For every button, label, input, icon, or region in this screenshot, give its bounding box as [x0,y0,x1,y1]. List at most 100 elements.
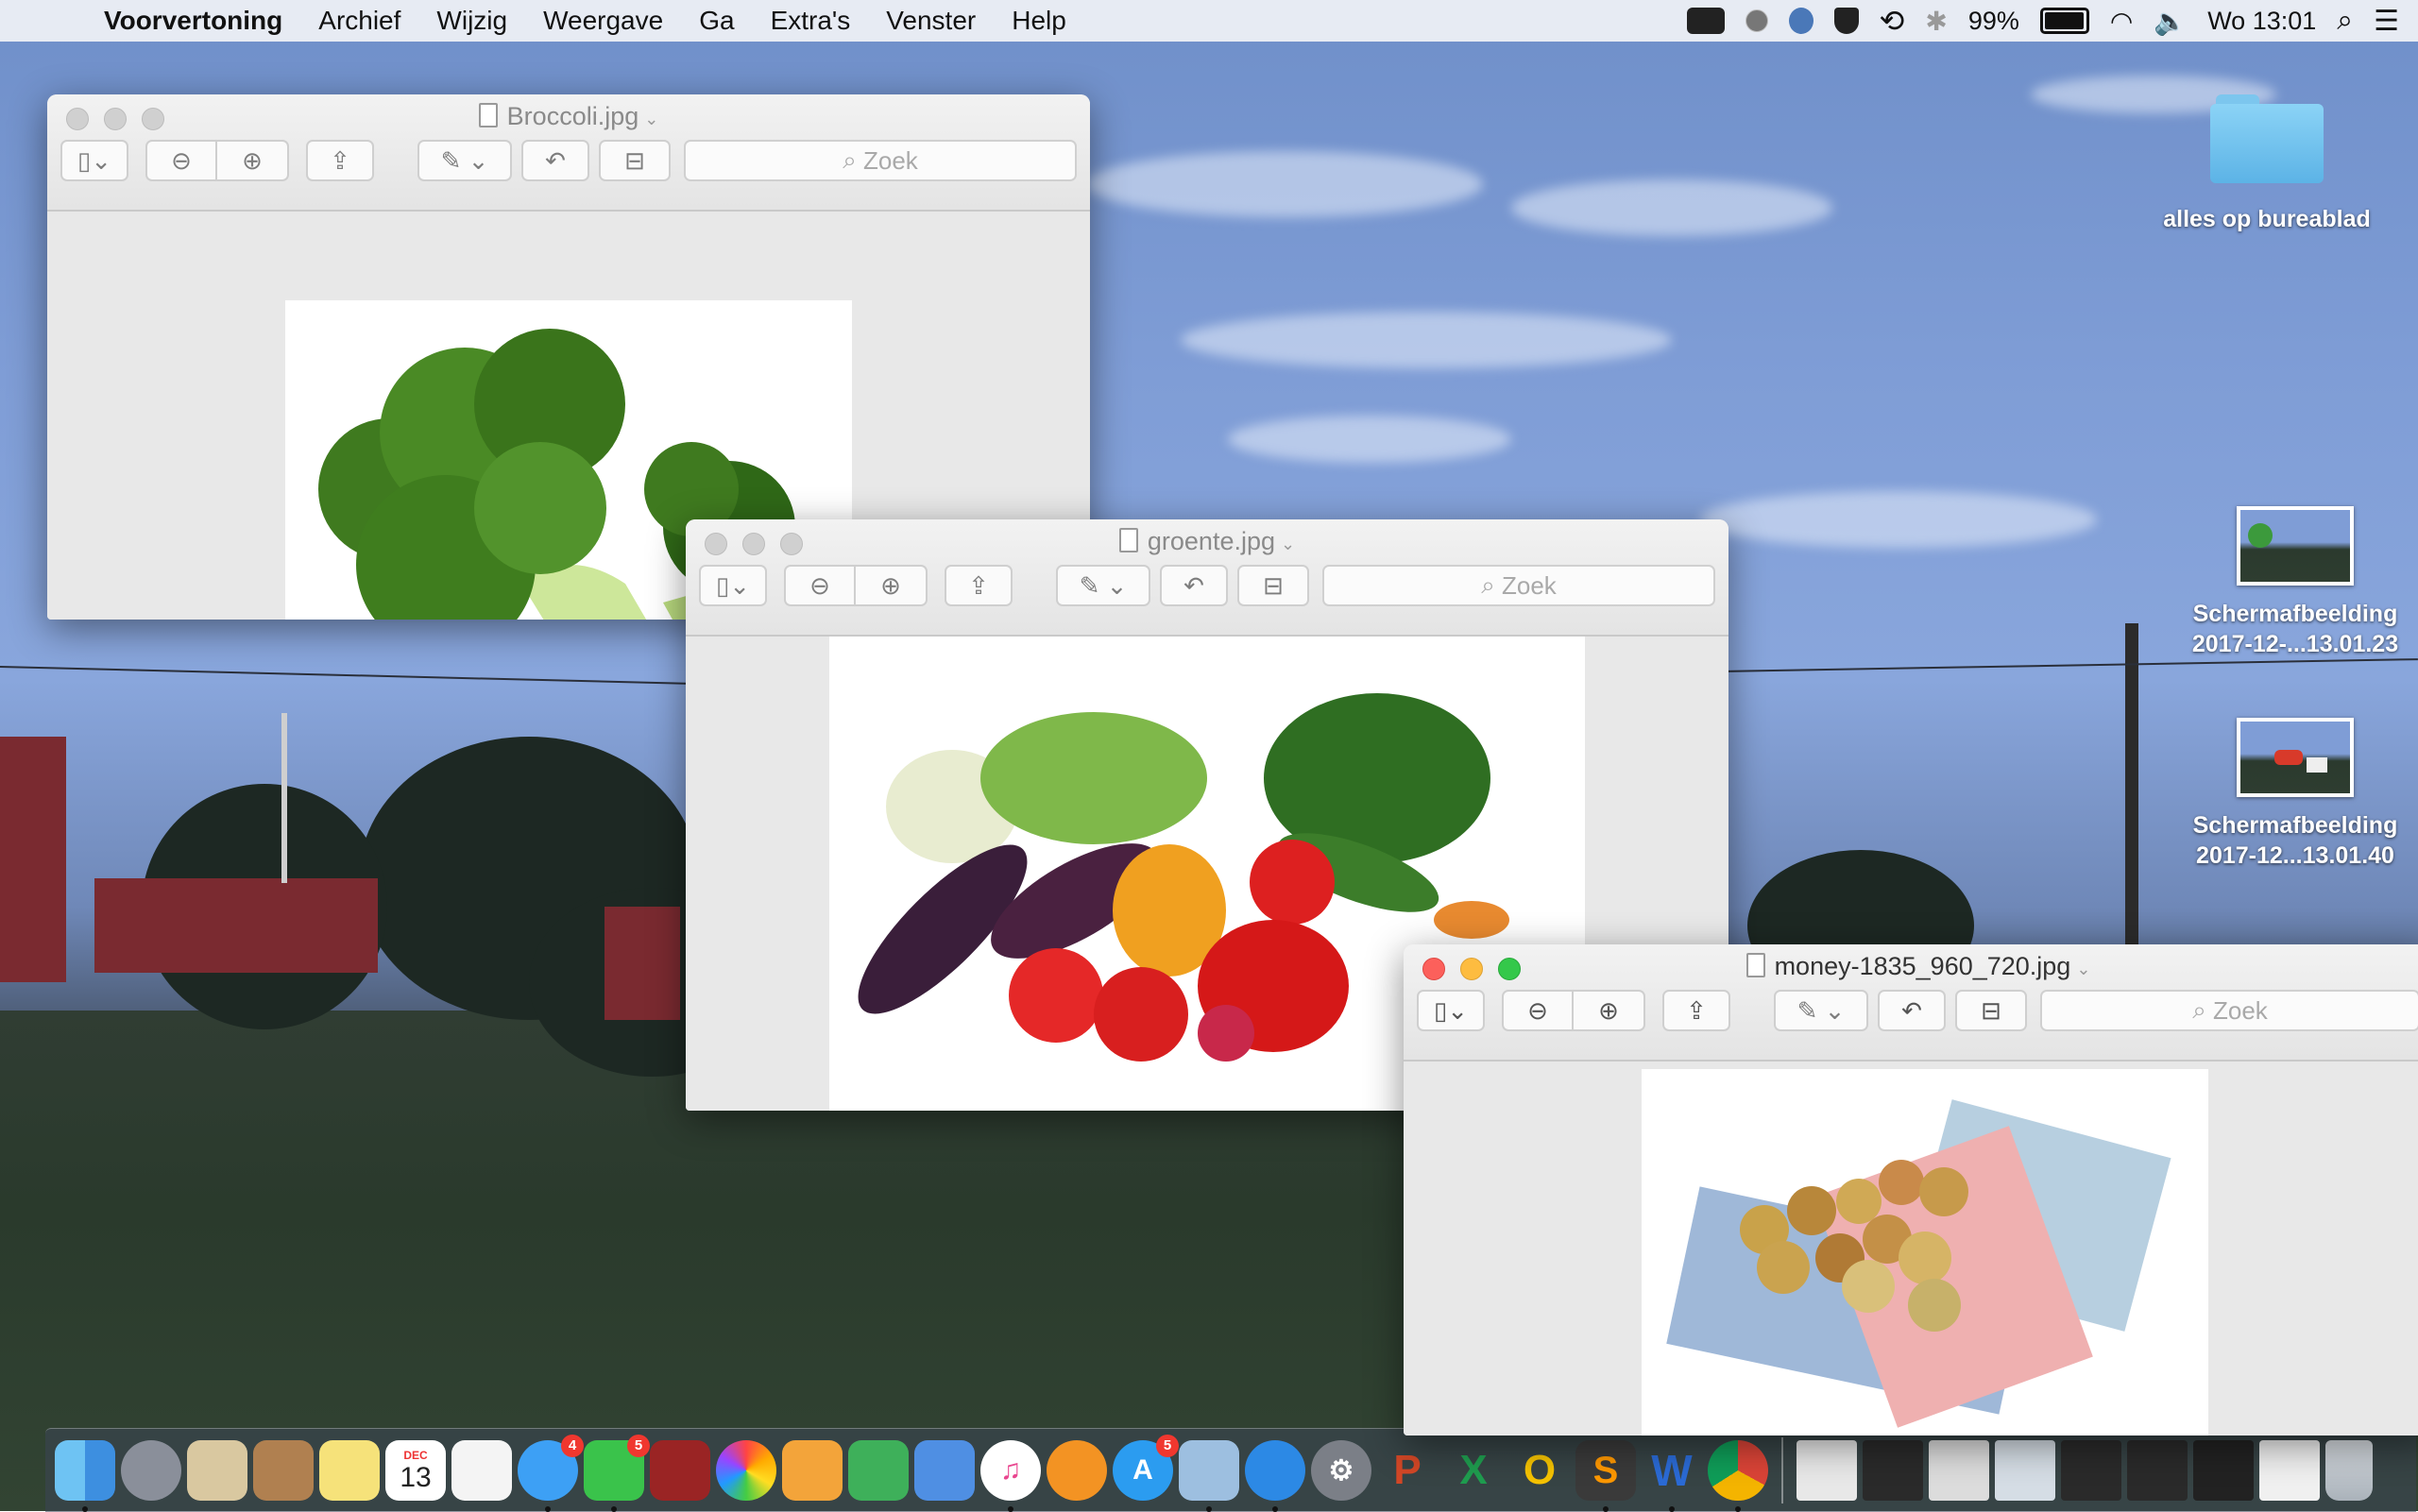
desktop-file-screenshot-1[interactable]: Schermafbeelding 2017-12-...13.01.23 [2172,506,2418,659]
sublime-text-icon[interactable]: S [1575,1440,1636,1512]
cloud [1228,416,1511,463]
window-titlebar[interactable]: groente.jpg ⌄ ▯⌄ ⊖ ⊕ ⇪ ✎ ⌄ ↶ ⊟ ⌕ Zoek [686,519,1728,637]
menu-weergave[interactable]: Weergave [543,6,663,36]
notes-icon[interactable] [319,1440,380,1501]
outlook-icon[interactable]: O [1509,1440,1570,1501]
desktop-icon-label: 2017-12...13.01.40 [2196,842,2394,869]
share-button[interactable]: ⇪ [306,140,374,181]
chevron-down-icon[interactable]: ⌄ [2076,960,2090,978]
messages-icon[interactable]: 4 [518,1435,584,1512]
window-title[interactable]: Broccoli.jpg ⌄ [47,102,1090,131]
window-title[interactable]: groente.jpg ⌄ [686,527,1728,556]
spotlight-search-icon[interactable]: ⌕ [2337,5,2353,37]
rotate-button[interactable]: ↶ [521,140,589,181]
search-icon: ⌕ [2192,995,2213,1024]
mail-icon[interactable] [187,1440,247,1501]
backup-icon[interactable] [1788,8,1814,34]
desktop-folder-alles-op-bureablad[interactable]: alles op bureablad [2144,94,2390,234]
window-titlebar[interactable]: money-1835_960_720.jpg ⌄ ▯⌄ ⊖ ⊕ ⇪ ✎ ⌄ ↶ ⊟… [1404,944,2418,1062]
search-field[interactable]: ⌕ Zoek [684,140,1077,181]
zoom-in-button[interactable]: ⊕ [1574,990,1645,1031]
excel-icon[interactable]: X [1443,1440,1504,1501]
sidebar-toggle-button[interactable]: ▯⌄ [60,140,128,181]
markup-toolbar-button[interactable]: ⊟ [1955,990,2027,1031]
calendar-day: 13 [400,1462,432,1493]
rotate-button[interactable]: ↶ [1160,565,1228,606]
chevron-down-icon[interactable]: ⌄ [644,110,658,128]
cloud [1181,312,1672,368]
wd-drive-icon[interactable] [1686,8,1725,34]
chrome-icon[interactable] [1708,1440,1768,1512]
search-field[interactable]: ⌕ Zoek [2040,990,2418,1031]
minimized-window-icon[interactable] [1863,1440,1923,1501]
itunes-icon[interactable]: ♫ [980,1440,1041,1512]
creative-cloud-icon[interactable] [1745,9,1768,32]
chevron-down-icon[interactable]: ⌄ [1281,535,1295,553]
markup-toolbar-button[interactable]: ⊟ [1237,565,1309,606]
wifi-icon[interactable]: ◠ [2110,6,2133,37]
shield-icon[interactable] [1833,8,1859,34]
photo-booth-icon[interactable] [650,1440,710,1501]
menu-app-name[interactable]: Voorvertoning [104,6,282,36]
volume-icon[interactable]: 🔈 [2154,6,2187,37]
photos-icon[interactable] [716,1440,776,1501]
ibooks-icon[interactable] [1047,1440,1107,1501]
sidebar-toggle-button[interactable]: ▯⌄ [1417,990,1485,1031]
preview-icon[interactable] [1179,1440,1239,1512]
keynote-icon[interactable] [914,1440,975,1501]
safari-icon[interactable] [1245,1440,1305,1512]
window-title[interactable]: money-1835_960_720.jpg ⌄ [1404,952,2418,981]
facetime-icon[interactable]: 5 [584,1435,650,1512]
menu-wijzig[interactable]: Wijzig [436,6,507,36]
trash-icon[interactable] [2325,1440,2373,1501]
markup-button[interactable]: ✎ ⌄ [1774,990,1868,1031]
zoom-out-button[interactable]: ⊖ [145,140,217,181]
powerpoint-icon[interactable]: P [1377,1440,1438,1501]
finder-icon[interactable] [55,1440,115,1512]
launchpad-icon[interactable] [121,1440,181,1501]
menu-ga[interactable]: Ga [699,6,734,36]
share-button[interactable]: ⇪ [945,565,1013,606]
power-line [1718,658,2418,672]
menu-archief[interactable]: Archief [318,6,400,36]
menubar-clock[interactable]: Wo 13:01 [2207,7,2316,36]
word-icon[interactable]: W [1642,1440,1702,1512]
minimized-window-icon[interactable] [1995,1440,2055,1501]
notification-center-icon[interactable]: ☰ [2374,5,2399,38]
minimized-window-icon[interactable] [2259,1440,2320,1501]
calendar-icon[interactable]: DEC 13 [385,1440,446,1501]
menu-venster[interactable]: Venster [886,6,976,36]
menu-extras[interactable]: Extra's [771,6,851,36]
markup-button[interactable]: ✎ ⌄ [417,140,512,181]
system-preferences-icon[interactable]: ⚙ [1311,1440,1371,1501]
zoom-in-button[interactable]: ⊕ [217,140,289,181]
zoom-out-button[interactable]: ⊖ [784,565,856,606]
time-machine-icon[interactable]: ⟲ [1880,3,1905,39]
zoom-in-button[interactable]: ⊕ [856,565,928,606]
toolbar: ▯⌄ ⊖ ⊕ ⇪ ✎ ⌄ ↶ ⊟ ⌕ Zoek [1417,988,2418,1033]
pages-icon[interactable] [782,1440,843,1501]
minimized-window-icon[interactable] [1929,1440,1989,1501]
minimized-window-icon[interactable] [1796,1440,1857,1501]
contacts-icon[interactable] [253,1440,314,1501]
search-field[interactable]: ⌕ Zoek [1322,565,1715,606]
minimized-window-icon[interactable] [2127,1440,2188,1501]
window-titlebar[interactable]: Broccoli.jpg ⌄ ▯⌄ ⊖ ⊕ ⇪ ✎ ⌄ ↶ ⊟ ⌕ Zoek [47,94,1090,212]
facetime-badge: 5 [627,1435,650,1457]
desktop-file-screenshot-2[interactable]: Schermafbeelding 2017-12...13.01.40 [2172,718,2418,871]
bluetooth-icon[interactable]: ✱ [1925,6,1947,37]
app-store-icon[interactable]: A5 [1113,1435,1179,1501]
sidebar-toggle-button[interactable]: ▯⌄ [699,565,767,606]
menu-help[interactable]: Help [1012,6,1066,36]
numbers-icon[interactable] [848,1440,909,1501]
reminders-icon[interactable] [451,1440,512,1501]
minimized-window-icon[interactable] [2061,1440,2121,1501]
minimized-window-icon[interactable] [2193,1440,2254,1501]
share-button[interactable]: ⇪ [1662,990,1730,1031]
markup-button[interactable]: ✎ ⌄ [1056,565,1150,606]
menu-bar: Voorvertoning Archief Wijzig Weergave Ga… [0,0,2418,42]
rotate-button[interactable]: ↶ [1878,990,1946,1031]
zoom-out-button[interactable]: ⊖ [1502,990,1574,1031]
battery-icon[interactable] [2039,8,2089,34]
markup-toolbar-button[interactable]: ⊟ [599,140,671,181]
